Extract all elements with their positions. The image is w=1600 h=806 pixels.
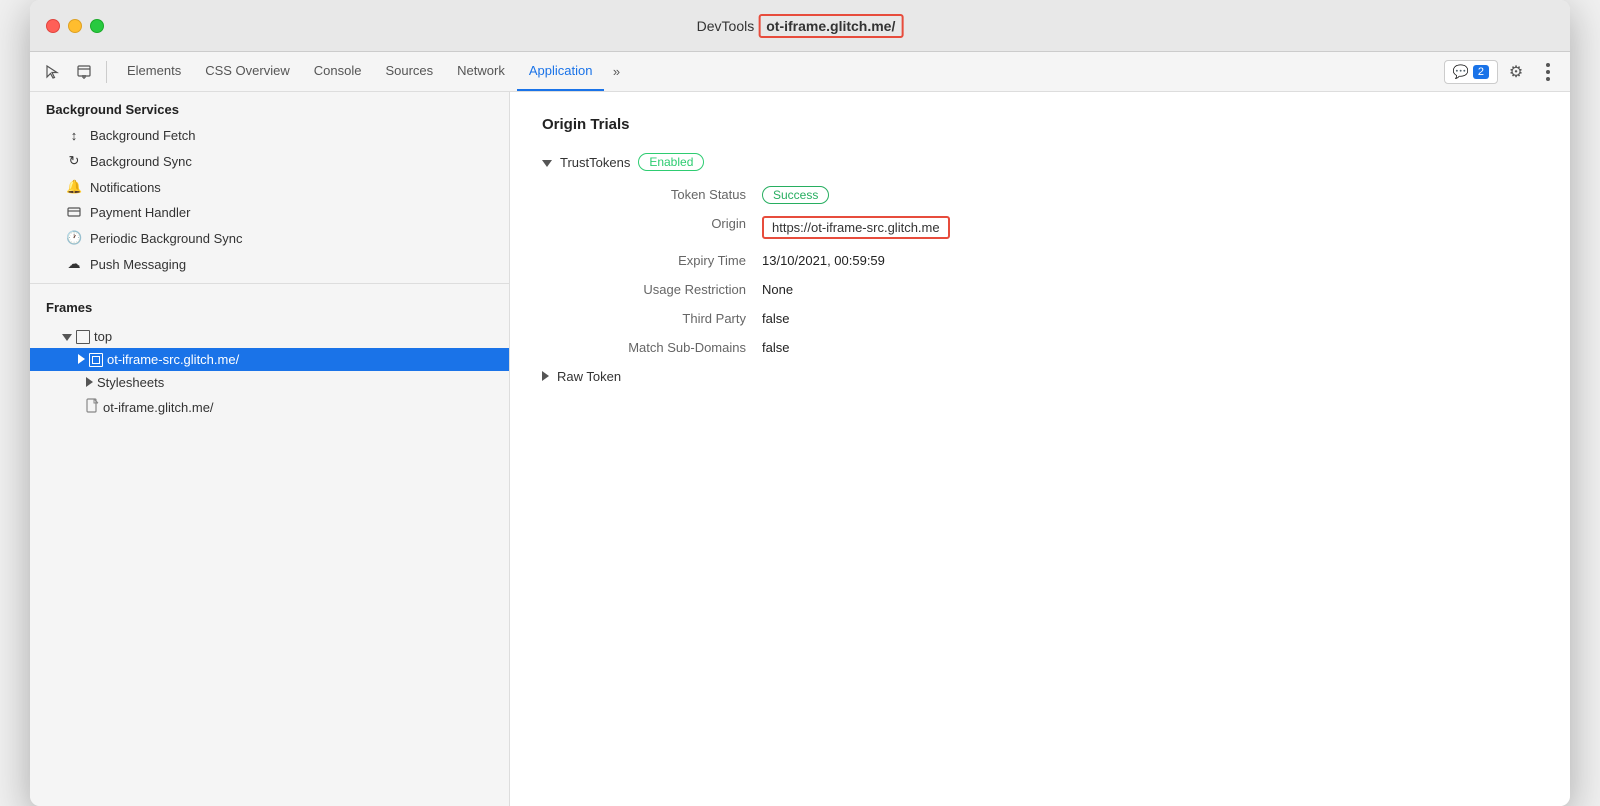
token-status-value: Success: [762, 187, 829, 202]
sidebar-item-label: Payment Handler: [90, 205, 190, 220]
main-content: Background Services ↕ Background Fetch ↻…: [30, 92, 1570, 806]
match-subdomains-value: false: [762, 340, 789, 355]
frames-item-iframe-doc[interactable]: ot-iframe.glitch.me/: [30, 394, 509, 421]
sidebar-item-label: Background Sync: [90, 154, 192, 169]
periodic-sync-icon: 🕐: [66, 230, 82, 246]
trust-tokens-row: TrustTokens Enabled: [542, 153, 1538, 171]
frame-icon-active: [89, 353, 103, 367]
expiry-row: Expiry Time 13/10/2021, 00:59:59: [582, 253, 1538, 268]
frames-item-stylesheets-label: Stylesheets: [97, 375, 164, 390]
gear-icon: ⚙: [1509, 62, 1523, 82]
push-messaging-icon: ☁: [66, 256, 82, 272]
maximize-button[interactable]: [90, 19, 104, 33]
frames-item-iframe-doc-label: ot-iframe.glitch.me/: [103, 400, 214, 415]
sidebar-item-label: Notifications: [90, 180, 161, 195]
success-badge: Success: [762, 186, 829, 204]
main-panel: Origin Trials TrustTokens Enabled Token …: [510, 92, 1570, 806]
frames-item-top-label: top: [94, 329, 112, 344]
traffic-lights: [46, 19, 104, 33]
sidebar-item-background-sync[interactable]: ↻ Background Sync: [30, 148, 509, 174]
inspect-icon[interactable]: [70, 58, 98, 86]
origin-label: Origin: [582, 216, 762, 231]
origin-value: https://ot-iframe-src.glitch.me: [762, 216, 950, 239]
background-sync-icon: ↻: [66, 153, 82, 169]
third-party-value: false: [762, 311, 789, 326]
frames-item-top[interactable]: top: [30, 325, 509, 348]
frames-item-iframe-src[interactable]: ot-iframe-src.glitch.me/: [30, 348, 509, 371]
sidebar-divider: [30, 283, 509, 284]
close-button[interactable]: [46, 19, 60, 33]
match-subdomains-row: Match Sub-Domains false: [582, 340, 1538, 355]
frames-header: Frames: [30, 290, 509, 321]
sidebar-item-background-fetch[interactable]: ↕ Background Fetch: [30, 123, 509, 148]
origin-row: Origin https://ot-iframe-src.glitch.me: [582, 216, 1538, 239]
panel-title: Origin Trials: [542, 116, 1538, 133]
triangle-right-icon: [78, 352, 85, 367]
titlebar-url: ot-iframe.glitch.me/: [758, 14, 903, 38]
minimize-button[interactable]: [68, 19, 82, 33]
usage-restriction-row: Usage Restriction None: [582, 282, 1538, 297]
enabled-badge: Enabled: [638, 153, 704, 171]
expiry-label: Expiry Time: [582, 253, 762, 268]
match-subdomains-label: Match Sub-Domains: [582, 340, 762, 355]
trust-tokens-label: TrustTokens: [560, 155, 630, 170]
devtools-window: DevTools ot-iframe.glitch.me/ Elements C…: [30, 0, 1570, 806]
settings-button[interactable]: ⚙: [1502, 58, 1530, 86]
token-status-label: Token Status: [582, 187, 762, 202]
tab-css-overview[interactable]: CSS Overview: [193, 52, 302, 91]
tab-network[interactable]: Network: [445, 52, 517, 91]
titlebar: DevTools ot-iframe.glitch.me/: [30, 0, 1570, 52]
tab-sources[interactable]: Sources: [373, 52, 445, 91]
vertical-dots-icon: [1546, 63, 1550, 81]
detail-table: Token Status Success Origin https://ot-i…: [582, 187, 1538, 355]
messages-button[interactable]: 💬 2: [1444, 60, 1498, 84]
frames-item-stylesheets[interactable]: Stylesheets: [30, 371, 509, 394]
sidebar: Background Services ↕ Background Fetch ↻…: [30, 92, 510, 806]
payment-handler-icon: [66, 205, 82, 220]
usage-restriction-label: Usage Restriction: [582, 282, 762, 297]
tab-application[interactable]: Application: [517, 52, 605, 91]
third-party-label: Third Party: [582, 311, 762, 326]
frames-section: top ot-iframe-src.glitch.me/: [30, 321, 509, 421]
titlebar-title: DevTools: [697, 18, 755, 34]
sidebar-item-periodic-background-sync[interactable]: 🕐 Periodic Background Sync: [30, 225, 509, 251]
toolbar-divider-1: [106, 61, 107, 83]
token-status-row: Token Status Success: [582, 187, 1538, 202]
tab-elements[interactable]: Elements: [115, 52, 193, 91]
background-fetch-icon: ↕: [66, 128, 82, 143]
toolbar-tabs: Elements CSS Overview Console Sources Ne…: [115, 52, 1440, 91]
frames-item-iframe-src-label: ot-iframe-src.glitch.me/: [107, 352, 239, 367]
toolbar-right: 💬 2 ⚙: [1444, 58, 1562, 86]
triangle-down-icon: [62, 329, 72, 344]
sidebar-item-label: Push Messaging: [90, 257, 186, 272]
usage-restriction-value: None: [762, 282, 793, 297]
sidebar-item-label: Periodic Background Sync: [90, 231, 242, 246]
trust-tokens-triangle[interactable]: [542, 155, 552, 170]
sidebar-item-label: Background Fetch: [90, 128, 196, 143]
expiry-value: 13/10/2021, 00:59:59: [762, 253, 885, 268]
raw-token-label: Raw Token: [557, 369, 621, 384]
more-tabs-button[interactable]: »: [604, 58, 628, 86]
toolbar: Elements CSS Overview Console Sources Ne…: [30, 52, 1570, 92]
cursor-icon[interactable]: [38, 58, 66, 86]
raw-token-triangle: [542, 369, 549, 384]
more-options-button[interactable]: [1534, 58, 1562, 86]
titlebar-center: DevTools ot-iframe.glitch.me/: [697, 14, 904, 38]
frame-icon: [76, 330, 90, 344]
tab-console[interactable]: Console: [302, 52, 374, 91]
raw-token-row[interactable]: Raw Token: [542, 369, 1538, 384]
notifications-icon: 🔔: [66, 179, 82, 195]
sidebar-item-push-messaging[interactable]: ☁ Push Messaging: [30, 251, 509, 277]
background-services-header: Background Services: [30, 92, 509, 123]
third-party-row: Third Party false: [582, 311, 1538, 326]
doc-icon: [86, 398, 99, 417]
badge-count: 2: [1473, 65, 1489, 79]
sidebar-item-notifications[interactable]: 🔔 Notifications: [30, 174, 509, 200]
triangle-right-icon-stylesheets: [86, 375, 93, 390]
chat-icon: 💬: [1453, 64, 1469, 80]
sidebar-item-payment-handler[interactable]: Payment Handler: [30, 200, 509, 225]
